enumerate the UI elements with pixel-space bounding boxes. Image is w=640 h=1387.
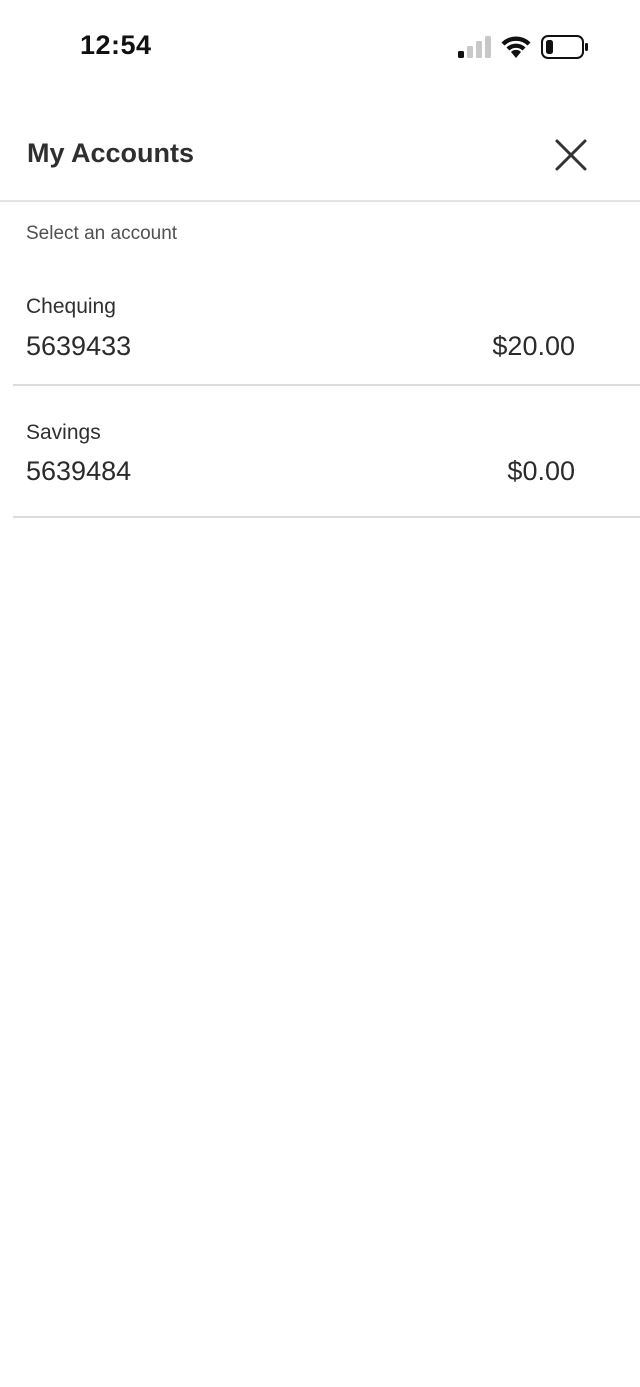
wifi-icon bbox=[501, 35, 531, 58]
account-name: Chequing bbox=[26, 295, 116, 318]
status-bar: 12:54 bbox=[0, 0, 640, 96]
header: My Accounts bbox=[0, 110, 640, 202]
page-title: My Accounts bbox=[27, 138, 195, 168]
battery-icon bbox=[541, 34, 589, 60]
account-name: Savings bbox=[26, 421, 101, 444]
close-icon[interactable] bbox=[548, 132, 594, 178]
status-time: 12:54 bbox=[80, 30, 152, 60]
account-balance: $20.00 bbox=[492, 331, 575, 361]
account-row-savings[interactable]: Savings 5639484 $0.00 bbox=[13, 386, 640, 518]
account-number: 5639433 bbox=[26, 331, 132, 361]
account-row-chequing[interactable]: Chequing 5639433 $20.00 bbox=[13, 270, 640, 386]
close-button[interactable] bbox=[548, 132, 594, 178]
account-number: 5639484 bbox=[26, 456, 132, 486]
account-balance: $0.00 bbox=[507, 456, 575, 486]
select-account-label: Select an account bbox=[26, 223, 178, 244]
signal-icon bbox=[458, 36, 492, 58]
